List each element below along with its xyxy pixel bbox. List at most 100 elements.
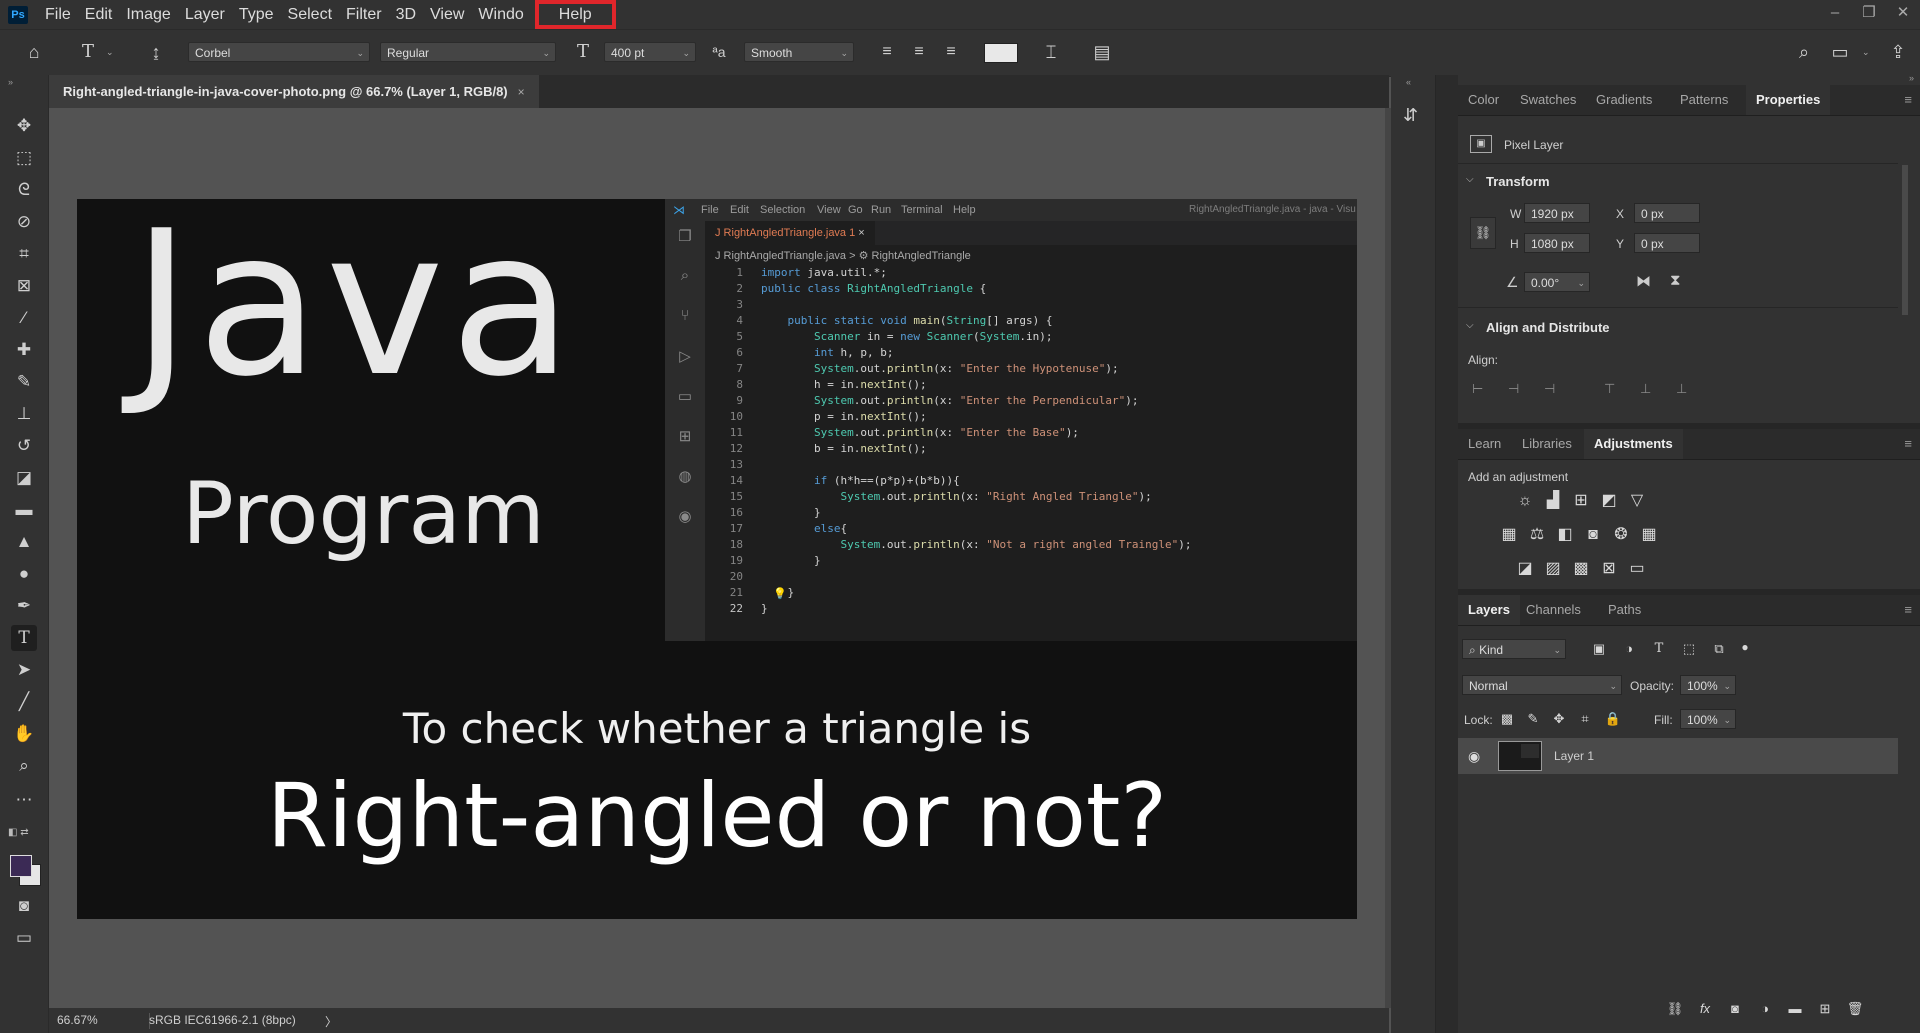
character-panel-icon[interactable]: ▤ <box>1090 42 1114 62</box>
text-orientation-icon[interactable]: ↨ <box>144 42 168 62</box>
menu-3d[interactable]: 3D <box>389 0 423 29</box>
tab-layers[interactable]: Layers <box>1458 595 1520 625</box>
fill-input[interactable]: 100% ⌄ <box>1680 709 1736 729</box>
lasso-tool-icon[interactable]: ᘓ <box>11 177 37 203</box>
transform-header[interactable]: Transform <box>1486 174 1550 189</box>
selective-color-icon[interactable]: ⊠ <box>1598 559 1620 579</box>
tab-libraries[interactable]: Libraries <box>1512 429 1582 459</box>
properties-scrollbar[interactable] <box>1902 165 1908 315</box>
lock-transparent-icon[interactable]: ▩ <box>1496 709 1518 729</box>
align-left-icon[interactable]: ≡ <box>876 42 898 62</box>
exposure-icon[interactable]: ◩ <box>1598 491 1620 511</box>
line-tool-icon[interactable]: ╱ <box>11 689 37 715</box>
type-tool-icon[interactable]: T <box>11 625 37 651</box>
flip-horizontal-icon[interactable]: ⧓ <box>1636 272 1651 290</box>
close-tab-icon[interactable]: × <box>518 85 525 99</box>
menu-filter[interactable]: Filter <box>339 0 389 29</box>
menu-view[interactable]: View <box>423 0 471 29</box>
filter-type-icon[interactable]: T <box>1648 639 1670 659</box>
threshold-icon[interactable]: ▩ <box>1570 559 1592 579</box>
color-balance-icon[interactable]: ⚖ <box>1526 525 1548 545</box>
visibility-eye-icon[interactable]: ◉ <box>1468 748 1480 765</box>
tab-learn[interactable]: Learn <box>1458 429 1511 459</box>
search-icon[interactable]: ⌕ <box>1792 42 1816 62</box>
panel-menu-icon[interactable]: ≡ <box>1904 429 1912 459</box>
new-layer-icon[interactable]: ⊞ <box>1814 999 1836 1019</box>
align-bottom-edges-icon[interactable]: ⊥ <box>1676 381 1687 397</box>
expand-panels-icon[interactable]: » <box>1909 73 1914 83</box>
align-distribute-header[interactable]: Align and Distribute <box>1486 320 1610 335</box>
link-icon[interactable]: ⛓ <box>1470 217 1496 249</box>
tab-properties[interactable]: Properties <box>1746 85 1831 115</box>
align-left-edges-icon[interactable]: ⊢ <box>1472 381 1483 397</box>
opacity-input[interactable]: 100% ⌄ <box>1680 675 1736 695</box>
gradient-map-icon[interactable]: ▭ <box>1626 559 1648 579</box>
filter-shape-icon[interactable]: ⬚ <box>1678 639 1700 659</box>
more-tools-icon[interactable]: ⋯ <box>11 787 37 813</box>
panel-menu-icon[interactable]: ≡ <box>1904 85 1912 115</box>
layer-filter-select[interactable]: ⌕ Kind ⌄ <box>1462 639 1566 659</box>
y-input[interactable]: 0 px <box>1634 233 1700 253</box>
layer-row[interactable]: ◉ Layer 1 <box>1458 738 1898 774</box>
antialias-select[interactable]: Smooth ⌄ <box>744 42 854 62</box>
brush-tool-icon[interactable]: ✎ <box>11 369 37 395</box>
tab-swatches[interactable]: Swatches <box>1510 85 1586 115</box>
share-icon[interactable]: ⇪ <box>1886 42 1910 62</box>
restore-button[interactable]: ❐ <box>1852 0 1886 29</box>
filter-pixel-icon[interactable]: ▣ <box>1588 639 1610 659</box>
text-color-swatch[interactable] <box>984 43 1018 63</box>
link-layers-icon[interactable]: ⛓ <box>1664 999 1686 1019</box>
new-adjustment-icon[interactable]: ◑ <box>1754 999 1776 1019</box>
menu-type[interactable]: Type <box>232 0 281 29</box>
levels-icon[interactable]: ▟ <box>1542 491 1564 511</box>
channel-mixer-icon[interactable]: ❂ <box>1610 525 1632 545</box>
hand-tool-icon[interactable]: ✋ <box>11 721 37 747</box>
angle-input[interactable]: 0.00° ⌄ <box>1524 272 1590 292</box>
dodge-tool-icon[interactable]: ● <box>11 561 37 587</box>
marquee-tool-icon[interactable]: ⬚ <box>11 145 37 171</box>
x-input[interactable]: 0 px <box>1634 203 1700 223</box>
curves-icon[interactable]: ⊞ <box>1570 491 1592 511</box>
align-horizontal-centers-icon[interactable]: ⊣ <box>1508 381 1519 397</box>
menu-layer[interactable]: Layer <box>178 0 232 29</box>
preset-dropdown-icon[interactable]: ⌄ <box>106 42 114 62</box>
menu-file[interactable]: File <box>38 0 78 29</box>
menu-edit[interactable]: Edit <box>78 0 120 29</box>
collapse-icon[interactable]: » <box>8 77 13 87</box>
healing-brush-tool-icon[interactable]: ✚ <box>11 337 37 363</box>
color-lookup-icon[interactable]: ▦ <box>1638 525 1660 545</box>
filter-toggle-icon[interactable]: ● <box>1734 637 1756 657</box>
menu-select[interactable]: Select <box>281 0 339 29</box>
lock-artboard-icon[interactable]: ⌗ <box>1574 709 1596 729</box>
eraser-tool-icon[interactable]: ◪ <box>11 465 37 491</box>
lock-position-icon[interactable]: ✥ <box>1548 709 1570 729</box>
align-right-edges-icon[interactable]: ⊣ <box>1544 381 1555 397</box>
align-vertical-centers-icon[interactable]: ⊥ <box>1640 381 1651 397</box>
align-center-icon[interactable]: ≡ <box>908 42 930 62</box>
delete-layer-icon[interactable]: 🗑 <box>1844 999 1866 1019</box>
zoom-tool-icon[interactable]: ⌕ <box>11 753 37 779</box>
history-panel-icon[interactable]: ⇵ <box>1403 105 1418 126</box>
add-mask-icon[interactable]: ◙ <box>1724 999 1746 1019</box>
move-tool-icon[interactable]: ✥ <box>11 113 37 139</box>
status-expand-icon[interactable]: 〉 <box>325 1013 337 1030</box>
brightness-icon[interactable]: ☼ <box>1514 491 1536 511</box>
frame-tool-icon[interactable]: ⊠ <box>11 273 37 299</box>
type-tool-preset-icon[interactable]: T <box>76 42 100 62</box>
layer-style-icon[interactable]: fx <box>1694 999 1716 1019</box>
document-tab[interactable]: Right-angled-triangle-in-java-cover-phot… <box>49 75 539 108</box>
black-white-icon[interactable]: ◧ <box>1554 525 1576 545</box>
zoom-level[interactable]: 66.67% <box>57 1013 98 1027</box>
flip-vertical-icon[interactable]: ⧗ <box>1670 272 1681 289</box>
photo-filter-icon[interactable]: ◙ <box>1582 525 1604 545</box>
tab-adjustments[interactable]: Adjustments <box>1584 429 1683 459</box>
filter-smart-object-icon[interactable]: ⧉ <box>1708 639 1730 659</box>
warp-text-icon[interactable]: ⌶ <box>1040 42 1062 62</box>
tab-gradients[interactable]: Gradients <box>1586 85 1662 115</box>
posterize-icon[interactable]: ▨ <box>1542 559 1564 579</box>
screen-mode-icon[interactable]: ▭ <box>11 925 37 951</box>
menu-help[interactable]: Help <box>534 0 616 29</box>
blur-tool-icon[interactable]: ▲ <box>11 529 37 555</box>
clone-stamp-tool-icon[interactable]: ⊥ <box>11 401 37 427</box>
history-brush-tool-icon[interactable]: ↺ <box>11 433 37 459</box>
